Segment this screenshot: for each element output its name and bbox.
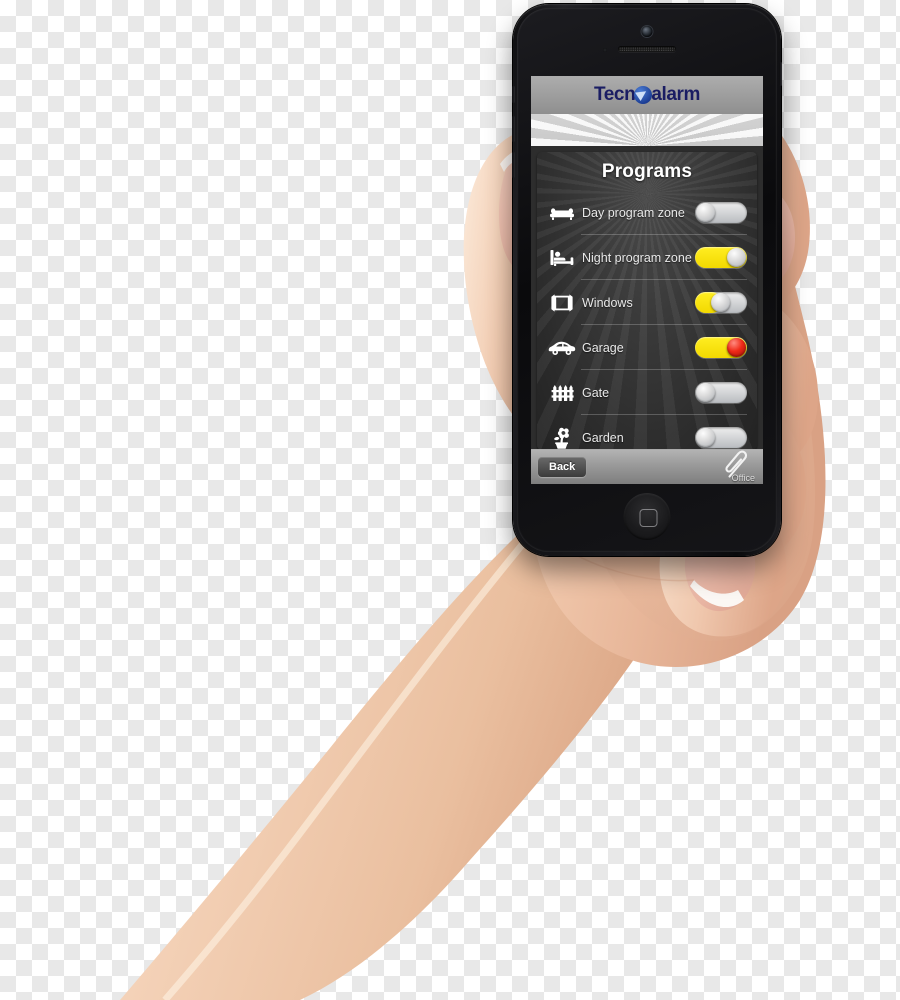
mute-switch[interactable] xyxy=(512,86,515,103)
brand-prefix: Tecn xyxy=(593,84,636,105)
toggle-garden[interactable] xyxy=(695,427,747,448)
list-item[interactable]: Night program zone xyxy=(539,235,755,280)
brand-suffix: alarm xyxy=(651,84,701,105)
car-icon xyxy=(545,333,579,363)
app-brand-bar: Tecn alarm xyxy=(531,76,763,114)
list-item-label: Gate xyxy=(582,385,610,400)
sunburst-band xyxy=(531,114,763,146)
home-button[interactable] xyxy=(623,493,671,540)
toggle-gate[interactable] xyxy=(695,382,747,403)
toggle-night-program-zone[interactable] xyxy=(695,247,747,268)
phone-screen: Tecn alarm Programs Day program zone Nig… xyxy=(531,76,763,484)
list-item-label: Night program zone xyxy=(582,250,692,265)
page-title: Programs xyxy=(601,161,693,182)
programs-panel: Programs Day program zone Night program … xyxy=(537,152,757,450)
bed-icon xyxy=(545,243,579,273)
list-item-label: Garage xyxy=(582,340,624,355)
volume-down-button[interactable] xyxy=(512,152,515,178)
bottom-toolbar: Back Office xyxy=(531,449,763,484)
toggle-day-program-zone[interactable] xyxy=(695,202,747,223)
list-item-label: Day program zone xyxy=(582,205,685,220)
list-item[interactable]: Garage xyxy=(539,325,755,370)
list-item[interactable]: Gate xyxy=(539,370,755,415)
list-item[interactable]: Day program zone xyxy=(539,190,755,235)
attachment-button[interactable]: Office xyxy=(713,450,759,484)
flower-icon xyxy=(545,423,579,451)
power-button[interactable] xyxy=(779,62,782,86)
window-icon xyxy=(545,288,579,318)
volume-up-button[interactable] xyxy=(512,116,515,142)
list-item-label: Windows xyxy=(582,295,633,310)
sofa-icon xyxy=(545,198,579,228)
list-item[interactable]: Windows xyxy=(539,280,755,325)
toggle-garage[interactable] xyxy=(695,337,747,358)
back-button[interactable]: Back xyxy=(538,457,587,477)
list-item[interactable]: Garden xyxy=(539,415,755,450)
tecnoalarm-logo: Tecn alarm xyxy=(594,84,700,106)
list-item-label: Garden xyxy=(582,430,624,445)
brand-arrow-circle-icon xyxy=(634,86,653,104)
toggle-windows[interactable] xyxy=(695,292,747,313)
programs-list: Day program zone Night program zone Wind… xyxy=(537,190,757,450)
attachment-label: Office xyxy=(731,473,755,483)
front-camera-icon xyxy=(641,26,653,37)
fence-icon xyxy=(545,378,579,408)
smartphone-device: Tecn alarm Programs Day program zone Nig… xyxy=(512,4,782,556)
earpiece-speaker-icon xyxy=(618,46,676,52)
proximity-sensor-icon xyxy=(603,48,607,52)
